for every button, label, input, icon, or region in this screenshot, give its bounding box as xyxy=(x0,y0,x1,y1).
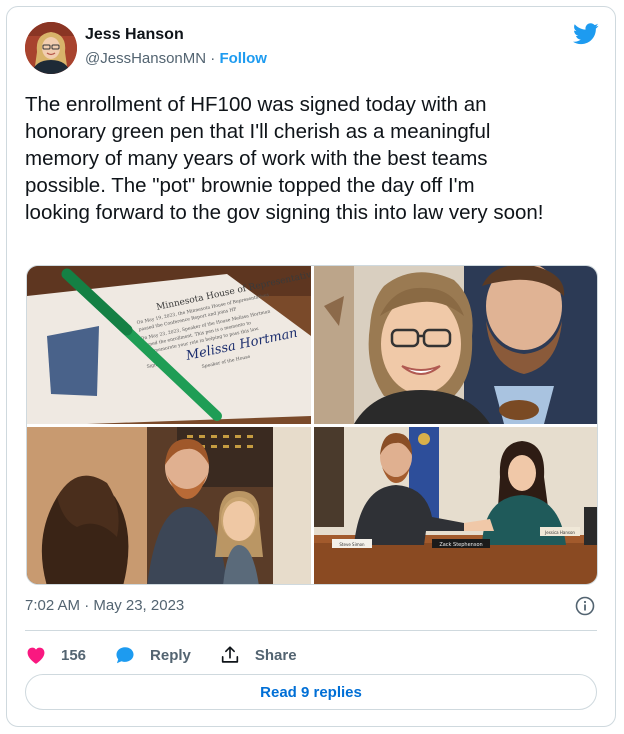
like-count: 156 xyxy=(61,646,87,664)
tweet-timestamp[interactable]: 7:02 AM · May 23, 2023 xyxy=(25,597,184,614)
nameplate-center: Zack Stephenson xyxy=(439,542,482,548)
share-button[interactable]: Share xyxy=(219,644,297,666)
author-name[interactable]: Jess Hanson xyxy=(85,26,184,44)
reply-bubble-icon xyxy=(116,647,134,664)
divider xyxy=(25,630,597,631)
follow-button[interactable]: Follow xyxy=(219,50,267,67)
nameplate-right: Jessica Hanson xyxy=(544,530,575,535)
like-button[interactable]: 156 xyxy=(25,644,86,666)
heart-icon xyxy=(27,647,45,664)
reply-label: Reply xyxy=(150,646,191,664)
action-bar: 156 Reply Share xyxy=(25,640,325,670)
reply-button[interactable]: Reply xyxy=(114,644,191,666)
author-avatar[interactable] xyxy=(25,22,77,74)
photo-chamber-crowd[interactable] xyxy=(27,427,311,584)
author-meta: @JessHansonMN · Follow xyxy=(85,50,267,67)
share-icon xyxy=(221,646,239,663)
author-handle[interactable]: @JessHansonMN xyxy=(85,50,206,67)
twitter-bird-icon[interactable] xyxy=(573,23,599,45)
photo-certificate-pen[interactable]: Minnesota House of Representatives On Ma… xyxy=(27,266,311,424)
photo-selfie[interactable] xyxy=(314,266,597,424)
photo-handshake[interactable]: Steve Simon Zack Stephenson Jessica Hans… xyxy=(314,427,597,584)
media-grid: Minnesota House of Representatives On Ma… xyxy=(26,265,598,585)
share-label: Share xyxy=(254,646,297,664)
read-replies-button[interactable]: Read 9 replies xyxy=(25,674,597,710)
nameplate-left: Steve Simon xyxy=(339,542,365,547)
tweet-card: Jess Hanson @JessHansonMN · Follow The e… xyxy=(6,6,616,727)
info-icon[interactable] xyxy=(575,596,595,616)
tweet-text: The enrollment of HF100 was signed today… xyxy=(25,93,544,224)
meta-separator: · xyxy=(210,50,216,67)
